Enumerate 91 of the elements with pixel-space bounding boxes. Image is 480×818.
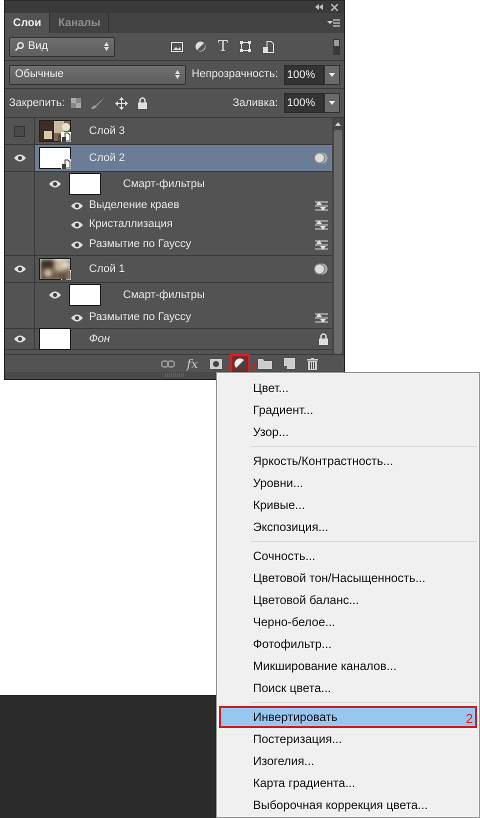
brush-icon[interactable] — [90, 97, 105, 109]
filter-name: Размытие по Гауссу — [89, 310, 192, 326]
lock-icon[interactable] — [138, 97, 147, 109]
menu-item[interactable]: Цветовой баланс... — [219, 589, 477, 611]
eye-icon[interactable] — [71, 240, 83, 248]
menu-item[interactable]: Узор... — [219, 421, 477, 443]
smart-object-filter-icon[interactable] — [263, 40, 274, 52]
resize-handle-icon[interactable] — [164, 373, 184, 378]
adjustment-filter-icon[interactable] — [195, 41, 206, 52]
smart-filter-icon — [314, 263, 328, 275]
dropdown-arrow-icon[interactable] — [329, 101, 335, 105]
eye-icon[interactable] — [14, 154, 26, 162]
filter-row[interactable]: Размытие по Гауссу — [35, 307, 332, 328]
callout-number: 2 — [466, 710, 473, 728]
eye-icon[interactable] — [71, 220, 83, 228]
filter-mask-thumbnail — [69, 173, 101, 195]
dropdown-arrow-icon[interactable] — [329, 72, 335, 76]
close-icon[interactable] — [331, 4, 338, 10]
menu-item[interactable]: Фотофильтр... — [219, 633, 477, 655]
menu-item[interactable]: Яркость/Контрастность... — [219, 450, 477, 472]
eye-icon[interactable] — [49, 291, 61, 299]
menu-item[interactable]: Цветовой тон/Насыщенность... — [219, 567, 477, 589]
collapse-icon[interactable] — [315, 4, 323, 10]
filter-dropdown[interactable]: Вид — [9, 36, 115, 56]
lock-transparency-icon[interactable] — [70, 98, 81, 108]
lock-label: Закрепить: — [9, 96, 65, 111]
fill-label: Заливка: — [232, 96, 278, 111]
scroll-thumb[interactable] — [334, 130, 342, 354]
smart-filters-label: Смарт-фильтры — [123, 176, 205, 192]
eye-icon[interactable] — [49, 180, 61, 188]
layer-row[interactable]: Фон — [35, 329, 332, 349]
filter-mask-thumbnail — [69, 284, 101, 306]
layer-name: Слой 3 — [89, 124, 125, 139]
menu-item[interactable]: Выборочная коррекция цвета... — [219, 794, 477, 816]
menu-item[interactable]: Карта градиента... — [219, 772, 477, 794]
filter-toggle-icon[interactable] — [333, 38, 340, 54]
layer-row[interactable]: Слой 1 — [35, 256, 332, 282]
visibility-checkbox[interactable] — [14, 126, 25, 136]
filter-value: Вид — [28, 39, 48, 54]
blend-mode-value: Обычные — [15, 67, 64, 82]
filter-options-icon[interactable] — [315, 200, 328, 210]
menu-item[interactable]: Поиск цвета... — [219, 677, 477, 699]
move-icon[interactable] — [114, 96, 128, 110]
eye-icon[interactable] — [71, 202, 83, 210]
search-icon — [15, 42, 24, 51]
menu-item[interactable]: Черно-белое... — [219, 611, 477, 633]
type-filter-button[interactable]: T — [218, 38, 228, 54]
filter-row[interactable]: Выделение краев — [35, 196, 332, 215]
shape-filter-icon[interactable] — [240, 41, 252, 52]
eye-icon[interactable] — [14, 265, 26, 273]
filter-options-icon[interactable] — [315, 240, 328, 250]
opacity-label: Непрозрачность: — [192, 67, 278, 82]
smart-filter-icon — [314, 152, 328, 164]
filter-name: Выделение краев — [89, 198, 180, 214]
eye-icon[interactable] — [71, 314, 83, 322]
menu-item[interactable]: Цвет... — [219, 377, 477, 399]
filter-name: Размытие по Гауссу — [89, 237, 192, 252]
updown-icon — [174, 70, 180, 79]
menu-item[interactable]: Экспозиция... — [219, 516, 477, 538]
filter-options-icon[interactable] — [315, 220, 328, 230]
callout-number: 1 — [252, 360, 258, 372]
opacity-field[interactable]: 100% — [284, 64, 324, 84]
filter-row[interactable]: Размытие по Гауссу — [35, 234, 332, 255]
filter-options-icon[interactable] — [315, 312, 328, 322]
menu-item[interactable]: Сочность... — [219, 545, 477, 567]
menu-item[interactable]: Кривые... — [219, 494, 477, 516]
layer-row[interactable]: Слой 3 — [35, 118, 332, 144]
scrollbar[interactable] — [332, 118, 344, 354]
layer-style-button[interactable]: fx — [184, 356, 200, 372]
fill-field[interactable]: 100% — [284, 93, 324, 113]
adjustment-layer-button[interactable] — [232, 356, 248, 372]
blend-mode-dropdown[interactable]: Обычные — [9, 64, 186, 84]
menu-item[interactable]: Изогелия... — [219, 750, 477, 772]
delete-button[interactable] — [305, 356, 320, 372]
panel-tab[interactable]: Слои — [5, 13, 50, 33]
image-filter-icon[interactable] — [171, 42, 183, 52]
scroll-up-icon[interactable] — [335, 122, 341, 126]
eye-icon[interactable] — [14, 335, 26, 343]
panel-menu-icon[interactable] — [327, 18, 340, 28]
menu-item[interactable]: Уровни... — [219, 472, 477, 494]
menu-item[interactable]: Градиент... — [219, 399, 477, 421]
layer-name: Слой 1 — [89, 262, 125, 277]
layer-name: Фон — [89, 332, 110, 347]
smart-filters-label: Смарт-фильтры — [123, 288, 205, 303]
updown-icon — [104, 42, 109, 51]
menu-item[interactable]: Микширование каналов... — [219, 655, 477, 677]
layer-name: Слой 2 — [89, 150, 125, 166]
new-layer-button[interactable] — [282, 356, 297, 372]
filter-row[interactable]: Кристаллизация — [35, 215, 332, 234]
menu-item[interactable]: Постеризация... — [219, 728, 477, 750]
filter-name: Кристаллизация — [89, 217, 173, 232]
